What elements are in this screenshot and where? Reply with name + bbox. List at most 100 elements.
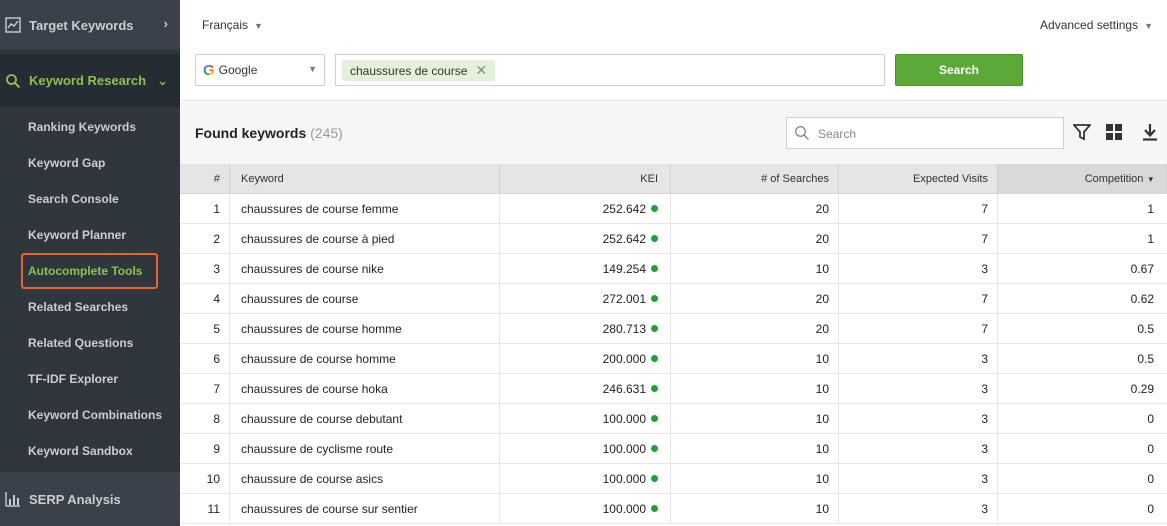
sidebar-section-keyword-research[interactable]: Keyword Research ⌄ <box>0 54 180 107</box>
row-expected-visits: 7 <box>839 224 998 254</box>
sidebar-item-autocomplete-tools[interactable]: Autocomplete Tools <box>28 261 178 281</box>
table-row[interactable]: 11chaussures de course sur sentier›› 100.… <box>180 494 1167 524</box>
row-kei: 149.254 <box>500 254 671 284</box>
row-keyword: chaussure de cyclisme route›› <box>230 434 500 464</box>
row-keyword: chaussures de course sur sentier›› <box>230 494 500 524</box>
row-number: 8 <box>180 404 230 434</box>
bar-chart-icon <box>5 492 20 507</box>
table-row[interactable]: 4chaussures de course›› 272.001 207 0.62 <box>180 284 1167 314</box>
table-row[interactable]: 5chaussures de course homme›› 280.713 207 0… <box>180 314 1167 344</box>
row-competition: 0.5 <box>1137 352 1154 366</box>
results-search-input[interactable]: Search <box>786 117 1064 149</box>
trend-chart-icon <box>5 17 21 33</box>
row-searches: 20 <box>671 194 839 224</box>
status-dot-icon <box>651 235 658 242</box>
row-kei: 252.642 <box>500 224 671 254</box>
download-icon[interactable] <box>1141 123 1159 141</box>
row-number: 2 <box>180 224 230 254</box>
close-icon[interactable]: ✕ <box>475 62 487 78</box>
column-header-kei[interactable]: KEI <box>500 164 671 194</box>
chevron-down-icon: ▼ <box>1144 21 1153 31</box>
row-kei-value: 100.000 <box>602 412 646 426</box>
status-dot-icon <box>651 295 658 302</box>
row-keyword: chaussures de course›› <box>230 284 500 314</box>
filter-icon[interactable] <box>1073 123 1091 141</box>
sidebar-item-tf-idf-explorer[interactable]: TF-IDF Explorer <box>28 369 178 389</box>
status-dot-icon <box>651 385 658 392</box>
row-number: 7 <box>180 374 230 404</box>
row-kei-value: 100.000 <box>602 472 646 486</box>
language-dropdown[interactable]: Français ▼ <box>202 18 263 32</box>
row-kei-value: 252.642 <box>602 232 646 246</box>
row-competition: 0.5 <box>1137 322 1154 336</box>
sidebar-item-related-questions[interactable]: Related Questions <box>28 333 178 353</box>
column-header-expected-visits[interactable]: Expected Visits <box>839 164 998 194</box>
row-keyword-text: chaussure de course homme <box>241 352 396 366</box>
sidebar-section-label: Keyword Research <box>29 73 147 88</box>
sidebar-section-serp-analysis[interactable]: SERP Analysis <box>0 472 180 526</box>
row-number: 9 <box>180 434 230 464</box>
row-number: 10 <box>180 464 230 494</box>
row-kei: 200.000 <box>500 344 671 374</box>
row-kei-value: 100.000 <box>602 442 646 456</box>
sidebar-item-related-searches[interactable]: Related Searches <box>28 297 178 317</box>
sidebar-section-label: SERP Analysis <box>29 491 121 507</box>
row-number: 11 <box>180 494 230 524</box>
row-keyword-text: chaussure de cyclisme route <box>241 442 394 456</box>
row-keyword: chaussure de course debutant›› <box>230 404 500 434</box>
column-header-number[interactable]: # <box>180 164 230 194</box>
search-icon <box>6 73 21 88</box>
row-keyword: chaussures de course nike›› <box>230 254 500 284</box>
column-header-searches[interactable]: # of Searches <box>671 164 839 194</box>
table-row[interactable]: 7chaussures de course hoka›› 246.631 103 0.… <box>180 374 1167 404</box>
sidebar-item-ranking-keywords[interactable]: Ranking Keywords <box>28 117 178 137</box>
row-keyword: chaussures de course femme›› <box>230 194 500 224</box>
row-kei: 272.001 <box>500 284 671 314</box>
table-row[interactable]: 2chaussures de course à pied›› 252.642 207… <box>180 224 1167 254</box>
chevron-down-icon: ▼ <box>308 64 317 74</box>
sidebar-item-keyword-gap[interactable]: Keyword Gap <box>28 153 178 173</box>
advanced-settings-dropdown[interactable]: Advanced settings ▼ <box>1040 18 1153 32</box>
sidebar-item-search-console[interactable]: Search Console <box>28 189 178 209</box>
row-searches: 10 <box>671 344 839 374</box>
row-expected-visits: 3 <box>839 344 998 374</box>
table-row[interactable]: 9chaussure de cyclisme route›› 100.000 103… <box>180 434 1167 464</box>
google-logo-icon: G <box>203 61 215 79</box>
row-keyword-text: chaussures de course à pied <box>241 232 395 246</box>
table-row[interactable]: 1chaussures de course femme››252.6422071 <box>180 194 1167 224</box>
table-row[interactable]: 10chaussure de course asics››100.0001030 <box>180 464 1167 494</box>
search-button[interactable]: Search <box>895 54 1023 86</box>
sidebar-item-keyword-planner[interactable]: Keyword Planner <box>28 225 178 245</box>
column-header-keyword[interactable]: Keyword <box>230 164 500 194</box>
row-expected-visits: 3 <box>839 404 998 434</box>
row-kei-value: 100.000 <box>602 502 646 516</box>
sidebar-item-keyword-combinations[interactable]: Keyword Combinations <box>28 405 178 425</box>
search-settings-bar: Français ▼ Advanced settings ▼ G Google ▼ … <box>180 0 1167 101</box>
row-expected-visits: 3 <box>839 494 998 524</box>
row-expected-visits: 3 <box>839 254 998 284</box>
row-competition: 0.29 <box>1130 382 1154 396</box>
table-row[interactable]: 6chaussure de course homme›› 200.000 103 0.… <box>180 344 1167 374</box>
search-engine-select[interactable]: G Google ▼ <box>195 54 325 86</box>
keyword-input[interactable]: chaussures de course ✕ <box>335 54 885 86</box>
keyword-tag-label: chaussures de course <box>350 64 468 78</box>
status-dot-icon <box>651 205 658 212</box>
grid-view-icon[interactable] <box>1105 123 1123 141</box>
row-kei: 246.631 <box>500 374 671 404</box>
table-row[interactable]: 3chaussures de course nike››149.2541030.… <box>180 254 1167 284</box>
row-expected-visits: 7 <box>839 194 998 224</box>
status-dot-icon <box>651 475 658 482</box>
column-header-competition[interactable]: Competition ▾ <box>998 164 1167 194</box>
row-number: 6 <box>180 344 230 374</box>
row-keyword-text: chaussures de course hoka <box>241 382 388 396</box>
status-dot-icon <box>651 415 658 422</box>
row-kei-value: 200.000 <box>602 352 646 366</box>
table-row[interactable]: 8chaussure de course debutant›› 100.000 10… <box>180 404 1167 434</box>
row-expected-visits: 3 <box>839 464 998 494</box>
sidebar-section-target-keywords[interactable]: Target Keywords › <box>0 0 180 50</box>
chevron-down-icon: ⌄ <box>157 73 168 88</box>
row-keyword: chaussure de course homme›› <box>230 344 500 374</box>
row-keyword-text: chaussure de course debutant <box>241 412 403 426</box>
row-expected-visits: 7 <box>839 284 998 314</box>
sidebar-item-keyword-sandbox[interactable]: Keyword Sandbox <box>28 441 178 461</box>
